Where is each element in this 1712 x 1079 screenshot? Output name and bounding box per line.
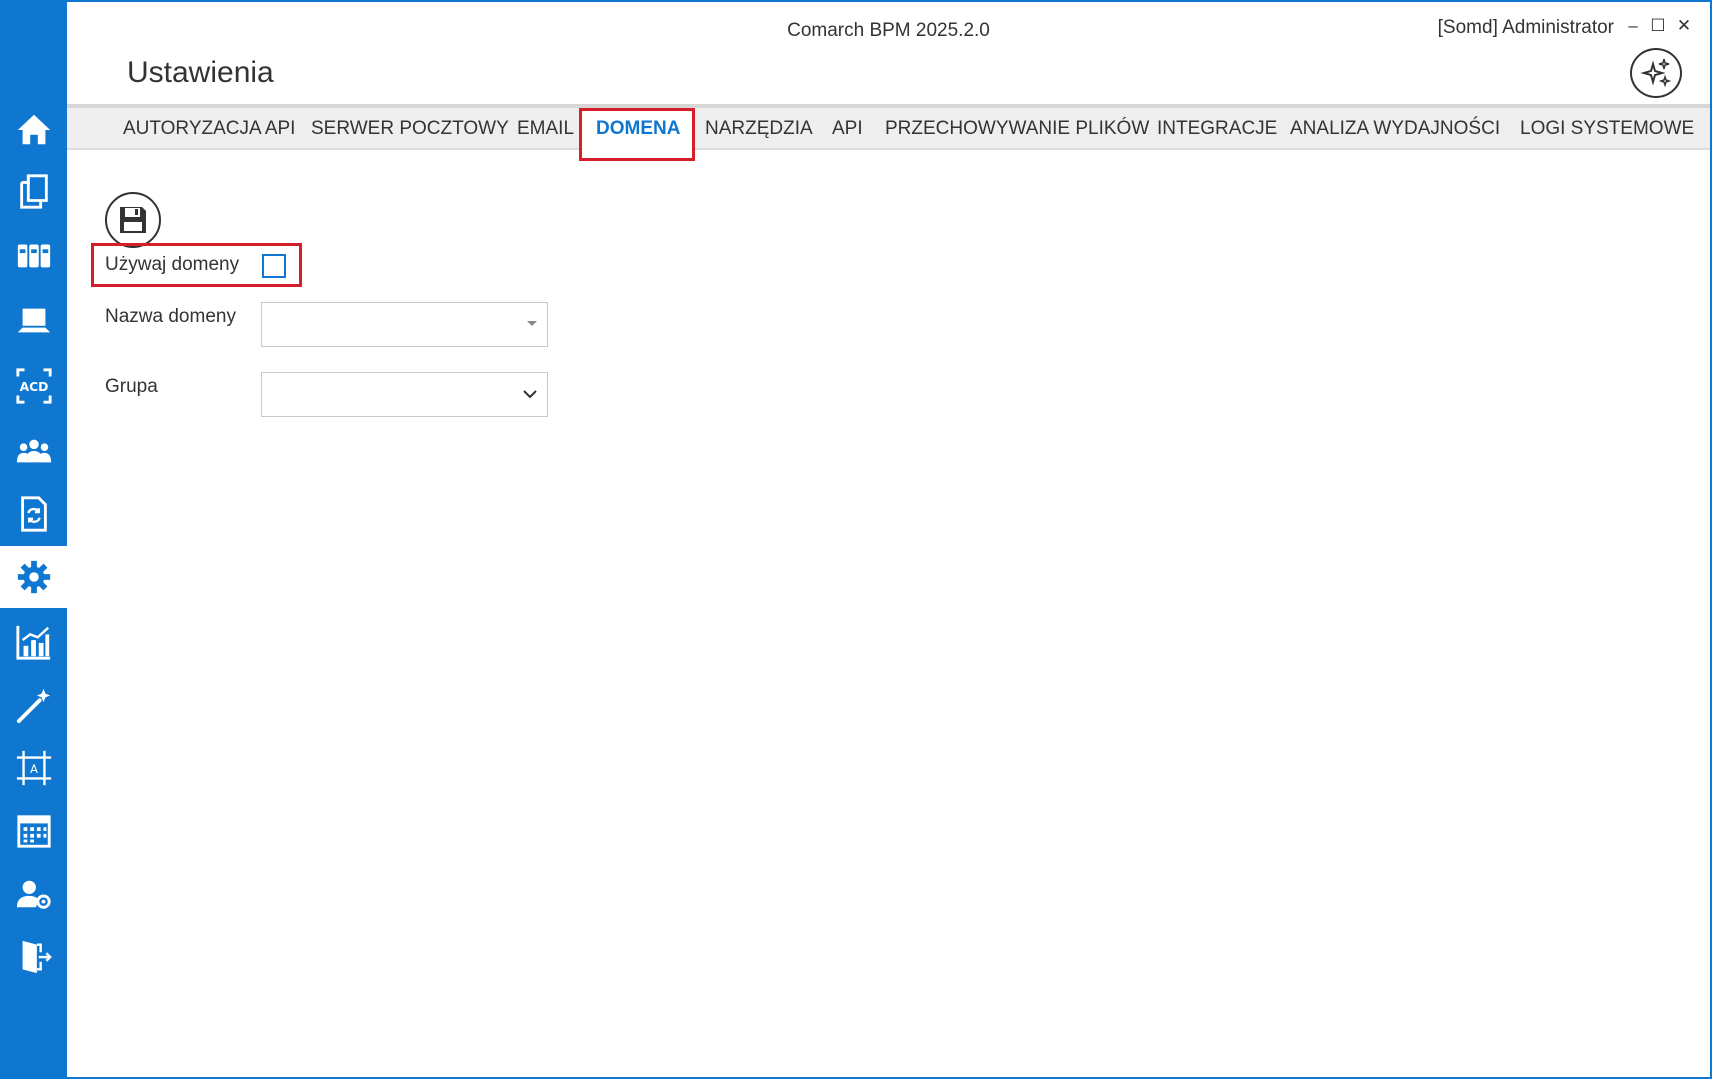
svg-text:A: A (30, 762, 38, 776)
acd-icon: ACD (15, 368, 52, 404)
tab-system-logs[interactable]: LOGI SYSTEMOWE (1520, 108, 1694, 150)
binders-icon (17, 244, 50, 268)
tab-api-authorization[interactable]: AUTORYZACJA API (123, 108, 295, 150)
laptop-icon (17, 308, 50, 333)
logout-icon (22, 940, 52, 974)
sidebar-item-documents[interactable] (0, 160, 67, 222)
documents-icon (19, 174, 48, 209)
document-sync-icon (20, 496, 47, 532)
sidebar-item-acd[interactable]: ACD (0, 355, 67, 417)
user-name[interactable]: [Somd] Administrator (1438, 17, 1614, 39)
tab-file-storage[interactable]: PRZECHOWYWANIE PLIKÓW (885, 108, 1149, 150)
minimize-button[interactable]: – (1623, 16, 1643, 36)
gear-icon (17, 560, 50, 594)
tab-performance-analysis[interactable]: ANALIZA WYDAJNOŚCI (1290, 108, 1500, 150)
maximize-button[interactable]: ☐ (1648, 16, 1668, 36)
floppy-disk-icon (120, 207, 146, 233)
ai-assistant-button[interactable] (1630, 48, 1682, 98)
sidebar-item-designer[interactable]: A (0, 737, 67, 799)
designer-icon: A (16, 750, 51, 786)
sidebar-item-home[interactable] (0, 98, 67, 160)
close-button[interactable]: ✕ (1674, 16, 1694, 36)
save-button[interactable] (105, 192, 161, 248)
sidebar: ACD A (0, 0, 67, 1079)
sidebar-item-document-sync[interactable] (0, 483, 67, 545)
chevron-down-icon (523, 390, 537, 399)
users-icon (16, 439, 51, 463)
tab-email[interactable]: EMAIL (517, 108, 574, 150)
calendar-icon (16, 815, 51, 848)
sidebar-item-user-settings[interactable] (0, 863, 67, 925)
domain-name-label: Nazwa domeny (105, 306, 236, 327)
sidebar-item-logout[interactable] (0, 926, 67, 988)
use-domain-label: Używaj domeny (105, 254, 240, 275)
group-label: Grupa (105, 376, 158, 397)
magic-wand-icon (16, 688, 50, 724)
page-title: Ustawienia (127, 56, 274, 89)
tab-domain[interactable]: DOMENA (596, 108, 680, 150)
domain-name-combobox[interactable] (261, 302, 548, 347)
sidebar-item-wizard[interactable] (0, 674, 67, 736)
tab-tools[interactable]: NARZĘDZIA (705, 108, 813, 150)
svg-text:ACD: ACD (19, 380, 48, 394)
main-window: Comarch BPM 2025.2.0 [Somd] Administrato… (67, 0, 1712, 1079)
sidebar-item-binders[interactable] (0, 224, 67, 286)
sidebar-item-users[interactable] (0, 420, 67, 482)
sidebar-item-calendar[interactable] (0, 800, 67, 862)
tab-integrations[interactable]: INTEGRACJE (1157, 108, 1277, 150)
use-domain-checkbox[interactable] (262, 254, 286, 278)
tab-api[interactable]: API (832, 108, 863, 150)
chart-icon (15, 625, 50, 660)
group-select[interactable] (261, 372, 548, 417)
tab-bar: AUTORYZACJA API SERWER POCZTOWY EMAIL DO… (67, 104, 1710, 161)
user-settings-icon (16, 880, 51, 909)
tab-mail-server[interactable]: SERWER POCZTOWY (311, 108, 509, 150)
sidebar-item-laptop[interactable] (0, 290, 67, 352)
sparkles-icon (1640, 58, 1672, 88)
sidebar-item-analytics[interactable] (0, 611, 67, 673)
caret-down-icon (527, 321, 537, 326)
sidebar-item-settings[interactable] (0, 546, 67, 608)
home-icon (17, 114, 50, 145)
